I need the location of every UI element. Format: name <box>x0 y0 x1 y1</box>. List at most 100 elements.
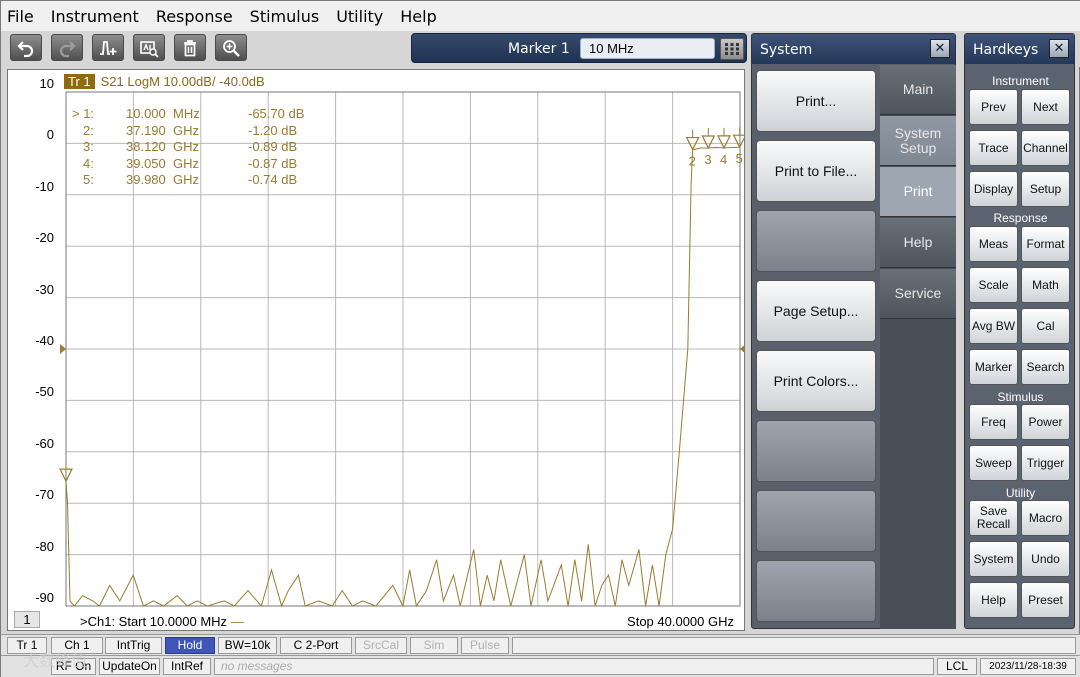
cal-key[interactable]: Cal <box>1021 308 1070 344</box>
status-intref[interactable]: IntRef <box>163 658 211 675</box>
empty-softkey-6 <box>756 420 876 482</box>
marker-triangle <box>717 135 731 150</box>
status-hold[interactable]: Hold <box>165 637 215 654</box>
redo-icon <box>59 40 76 57</box>
y-tick-label: -90 <box>35 590 54 605</box>
marker-entry-bar: Marker 1 10 MHz <box>411 33 747 63</box>
system-title-text: System <box>760 42 813 58</box>
status-pulse[interactable]: Pulse <box>461 637 509 654</box>
marker-frequency: 38.120 GHz <box>126 139 199 154</box>
group-instrument: Instrument <box>992 74 1049 88</box>
search-key[interactable]: Search <box>1021 349 1070 385</box>
page-setup-button[interactable]: Page Setup... <box>756 280 876 342</box>
status-message: no messages <box>214 658 934 675</box>
hardkeys-close-button[interactable]: ✕ <box>1049 39 1069 58</box>
save-recall-key[interactable]: Save Recall <box>969 500 1018 536</box>
marker-value-input[interactable]: 10 MHz <box>580 38 715 59</box>
marker-frequency: 39.050 GHz <box>126 155 199 171</box>
format-key[interactable]: Format <box>1021 226 1070 262</box>
stop-frequency: Stop 40.0000 GHz <box>627 614 734 629</box>
watermark: 大数峰值 <box>23 651 88 670</box>
y-tick-label: -70 <box>35 487 54 503</box>
redo-button[interactable] <box>51 34 83 61</box>
undo-button[interactable] <box>10 34 42 61</box>
print-colors-button[interactable]: Print Colors... <box>756 350 876 412</box>
add-trace-button[interactable] <box>92 34 124 61</box>
tab-print[interactable]: Print <box>880 167 956 217</box>
status-update[interactable]: UpdateOn <box>99 658 160 675</box>
tab-help[interactable]: Help <box>880 218 956 268</box>
marker-value: -65.70 dB <box>248 106 305 121</box>
y-tick-label: -10 <box>35 178 54 194</box>
status-bandwidth[interactable]: BW=10k <box>218 637 277 654</box>
power-key[interactable]: Power <box>1021 404 1070 440</box>
prev-key[interactable]: Prev <box>969 89 1018 125</box>
marker-key[interactable]: Marker <box>969 349 1018 385</box>
start-frequency: >Ch1: Start 10.0000 MHz — <box>80 614 244 629</box>
trace-tag[interactable]: Tr 1 <box>64 74 95 89</box>
zoom-button[interactable] <box>215 34 247 61</box>
marker-search-button[interactable] <box>133 34 165 61</box>
keypad-icon <box>725 43 739 55</box>
status-sim[interactable]: Sim <box>410 637 458 654</box>
group-utility: Utility <box>1005 486 1036 500</box>
marker-label: Marker 1 <box>508 41 570 57</box>
scale-key[interactable]: Scale <box>969 267 1018 303</box>
marker-triangle <box>732 134 744 149</box>
macro-key[interactable]: Macro <box>1021 500 1070 536</box>
group-stimulus: Stimulus <box>997 390 1044 404</box>
empty-softkey-7 <box>756 490 876 552</box>
system-key[interactable]: System <box>969 541 1018 577</box>
menu-utility[interactable]: Utility <box>336 7 383 26</box>
marker-number-label: 2 <box>689 154 696 169</box>
marker-frequency: 10.000 MHz <box>126 106 200 121</box>
marker-number-label: 3 <box>704 152 711 167</box>
system-panel: System ✕ Print... Print to File... Page … <box>751 33 956 629</box>
marker-id: 2: <box>83 122 94 138</box>
y-tick-label: -60 <box>35 435 54 451</box>
freq-key[interactable]: Freq <box>969 404 1018 440</box>
menu-stimulus[interactable]: Stimulus <box>250 7 320 26</box>
channel-key[interactable]: Channel <box>1021 130 1070 166</box>
delete-button[interactable] <box>174 34 206 61</box>
setup-key[interactable]: Setup <box>1021 171 1070 207</box>
menu-help[interactable]: Help <box>400 7 436 26</box>
system-close-button[interactable]: ✕ <box>930 39 950 58</box>
trigger-key[interactable]: Trigger <box>1021 445 1070 481</box>
tab-main[interactable]: Main <box>880 65 956 115</box>
menu-file[interactable]: File <box>7 7 34 26</box>
menu-instrument[interactable]: Instrument <box>51 7 139 26</box>
next-key[interactable]: Next <box>1021 89 1070 125</box>
menu-response[interactable]: Response <box>156 7 233 26</box>
undo-key[interactable]: Undo <box>1021 541 1070 577</box>
channel-number[interactable]: 1 <box>14 611 40 628</box>
status-spare <box>512 637 1076 654</box>
trace-key[interactable]: Trace <box>969 130 1018 166</box>
y-tick-label: -50 <box>35 384 54 400</box>
print-button[interactable]: Print... <box>756 70 876 132</box>
display-key[interactable]: Display <box>969 171 1018 207</box>
marker-id: 3: <box>83 139 94 154</box>
avg-bw-key[interactable]: Avg BW <box>969 308 1018 344</box>
math-key[interactable]: Math <box>1021 267 1070 303</box>
status-cal[interactable]: C 2-Port <box>280 637 352 654</box>
sweep-key[interactable]: Sweep <box>969 445 1018 481</box>
preset-key[interactable]: Preset <box>1021 582 1070 618</box>
ref-level-right-icon <box>740 345 744 353</box>
marker-number-label: 4 <box>720 152 727 167</box>
status-trigger[interactable]: IntTrig <box>105 637 162 654</box>
help-key[interactable]: Help <box>969 582 1018 618</box>
add-trace-icon <box>100 40 117 55</box>
tab-system-setup[interactable]: System Setup <box>880 116 956 166</box>
y-tick-label: -80 <box>35 538 54 554</box>
print-to-file-button[interactable]: Print to File... <box>756 140 876 202</box>
y-tick-label: 0 <box>46 127 54 143</box>
tab-service[interactable]: Service <box>880 269 956 319</box>
keypad-button[interactable] <box>720 38 744 60</box>
ref-level-left-icon <box>60 344 66 354</box>
marker-value: -0.74 dB <box>248 172 298 187</box>
status-bar-bottom: RF On UpdateOn IntRef no messages LCL 20… <box>1 655 1080 677</box>
trace-plot[interactable]: 2345 Tr 1 S21 LogM 10.00dB/ -40.0dB 10 0 -1… <box>7 69 745 631</box>
meas-key[interactable]: Meas <box>969 226 1018 262</box>
status-srccal[interactable]: SrcCal <box>355 637 407 654</box>
